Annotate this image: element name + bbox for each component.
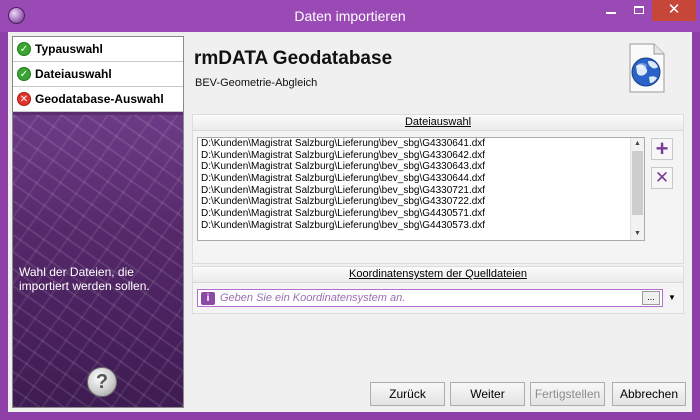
- cancel-button[interactable]: Abbrechen: [612, 382, 686, 406]
- close-button[interactable]: ✕: [652, 0, 696, 21]
- list-item[interactable]: D:\Kunden\Magistrat Salzburg\Lieferung\b…: [198, 173, 644, 185]
- scroll-thumb[interactable]: [632, 151, 643, 215]
- list-item[interactable]: D:\Kunden\Magistrat Salzburg\Lieferung\b…: [198, 185, 644, 197]
- file-list-scrollbar[interactable]: ▲ ▼: [630, 138, 644, 240]
- crs-dropdown-button[interactable]: ▼: [665, 289, 679, 307]
- maximize-icon: [633, 6, 644, 14]
- list-item[interactable]: D:\Kunden\Magistrat Salzburg\Lieferung\b…: [198, 196, 644, 208]
- file-selection-header: Dateiauswahl: [193, 115, 683, 131]
- minimize-icon: [605, 12, 616, 14]
- close-icon: ✕: [667, 1, 681, 18]
- wizard-sidebar: ✓ Typauswahl ✓ Dateiauswahl ✕ Geodatabas…: [12, 36, 184, 408]
- sidebar-background-image: [13, 115, 183, 407]
- error-icon: ✕: [17, 92, 31, 106]
- list-item[interactable]: D:\Kunden\Magistrat Salzburg\Lieferung\b…: [198, 138, 644, 150]
- file-list[interactable]: D:\Kunden\Magistrat Salzburg\Lieferung\b…: [197, 137, 645, 241]
- title-bar[interactable]: Daten importieren ✕: [0, 0, 700, 32]
- chevron-down-icon: ▼: [668, 293, 676, 302]
- check-icon: ✓: [17, 42, 31, 56]
- check-icon: ✓: [17, 67, 31, 81]
- step-geodatabase-auswahl[interactable]: ✕ Geodatabase-Auswahl: [13, 87, 183, 112]
- crs-input[interactable]: i Geben Sie ein Koordinatensystem an. ..…: [197, 289, 663, 307]
- help-button[interactable]: ?: [87, 367, 117, 397]
- scroll-down-icon[interactable]: ▼: [631, 228, 644, 240]
- import-dialog-window: Daten importieren ✕ ✓ Typauswahl ✓ Datei…: [0, 0, 700, 420]
- remove-file-button[interactable]: ✕: [651, 167, 673, 189]
- product-title: rmDATA Geodatabase: [194, 48, 393, 69]
- wizard-steps: ✓ Typauswahl ✓ Dateiauswahl ✕ Geodatabas…: [13, 37, 183, 112]
- list-item[interactable]: D:\Kunden\Magistrat Salzburg\Lieferung\b…: [198, 208, 644, 220]
- list-item[interactable]: D:\Kunden\Magistrat Salzburg\Lieferung\b…: [198, 150, 644, 162]
- globe-document-icon: [629, 43, 665, 93]
- step-label: Typauswahl: [35, 42, 103, 56]
- step-label: Dateiauswahl: [35, 67, 112, 81]
- file-selection-group: Dateiauswahl D:\Kunden\Magistrat Salzbur…: [192, 114, 684, 264]
- step-label: Geodatabase-Auswahl: [35, 92, 164, 106]
- list-item[interactable]: D:\Kunden\Magistrat Salzburg\Lieferung\b…: [198, 220, 644, 232]
- maximize-button[interactable]: [625, 0, 652, 21]
- back-button[interactable]: Zurück: [370, 382, 445, 406]
- info-icon: i: [201, 292, 215, 305]
- crs-group: Koordinatensystem der Quelldateien i Geb…: [192, 266, 684, 314]
- crs-header: Koordinatensystem der Quelldateien: [193, 267, 683, 283]
- dialog-client-area: ✓ Typauswahl ✓ Dateiauswahl ✕ Geodatabas…: [8, 32, 692, 412]
- finish-button[interactable]: Fertigstellen: [530, 382, 605, 406]
- list-item[interactable]: D:\Kunden\Magistrat Salzburg\Lieferung\b…: [198, 161, 644, 173]
- step-hint-text: Wahl der Dateien, die importiert werden …: [19, 265, 150, 293]
- step-dateiauswahl[interactable]: ✓ Dateiauswahl: [13, 62, 183, 87]
- next-button[interactable]: Weiter: [450, 382, 525, 406]
- crs-placeholder: Geben Sie ein Koordinatensystem an.: [220, 292, 406, 304]
- window-title: Daten importieren: [294, 8, 406, 24]
- minimize-button[interactable]: [596, 0, 625, 21]
- remove-icon: ✕: [654, 168, 670, 187]
- plus-icon: +: [655, 136, 669, 161]
- browse-crs-button[interactable]: ...: [642, 291, 660, 305]
- product-subtitle: BEV-Geometrie-Abgleich: [195, 77, 318, 89]
- step-typauswahl[interactable]: ✓ Typauswahl: [13, 37, 183, 62]
- scroll-up-icon[interactable]: ▲: [631, 138, 644, 150]
- add-file-button[interactable]: +: [651, 138, 673, 160]
